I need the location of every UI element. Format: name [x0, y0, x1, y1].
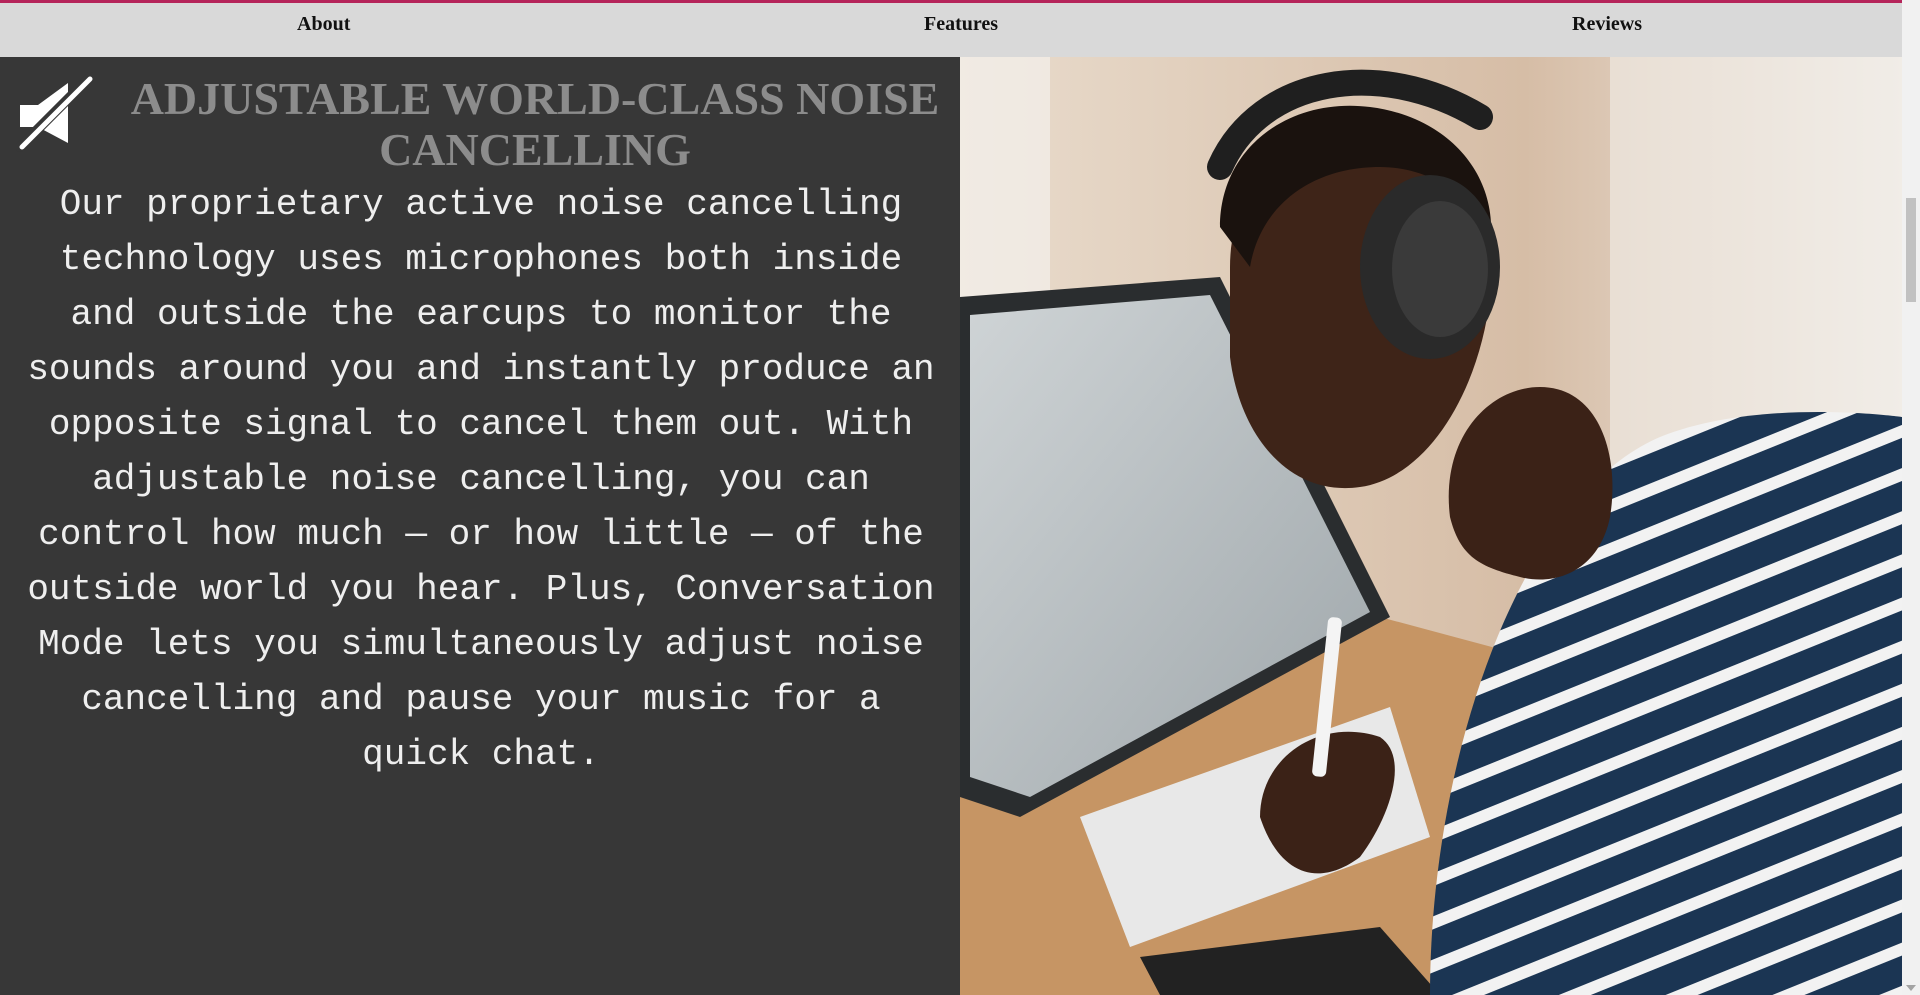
nav-link-features[interactable]: Features — [924, 13, 998, 36]
feature-description: Our proprietary active noise cancelling … — [27, 184, 935, 775]
feature-panel: ADJUSTABLE WORLD-CLASS NOISE CANCELLING … — [0, 57, 960, 995]
hero-photo — [960, 57, 1902, 995]
vertical-scrollbar[interactable] — [1902, 0, 1920, 995]
scroll-down-arrow-icon[interactable] — [1906, 985, 1916, 991]
feature-heading: ADJUSTABLE WORLD-CLASS NOISE CANCELLING — [130, 73, 940, 175]
nav-link-reviews[interactable]: Reviews — [1572, 13, 1642, 36]
scrollbar-thumb[interactable] — [1906, 198, 1916, 302]
nav-link-about[interactable]: About — [297, 13, 350, 36]
page: About Features Reviews ADJUSTABLE WORLD-… — [0, 0, 1920, 995]
navbar: About Features Reviews — [0, 3, 1902, 57]
man-wearing-headphones-image — [960, 57, 1902, 995]
muted-speaker-icon — [16, 72, 94, 152]
